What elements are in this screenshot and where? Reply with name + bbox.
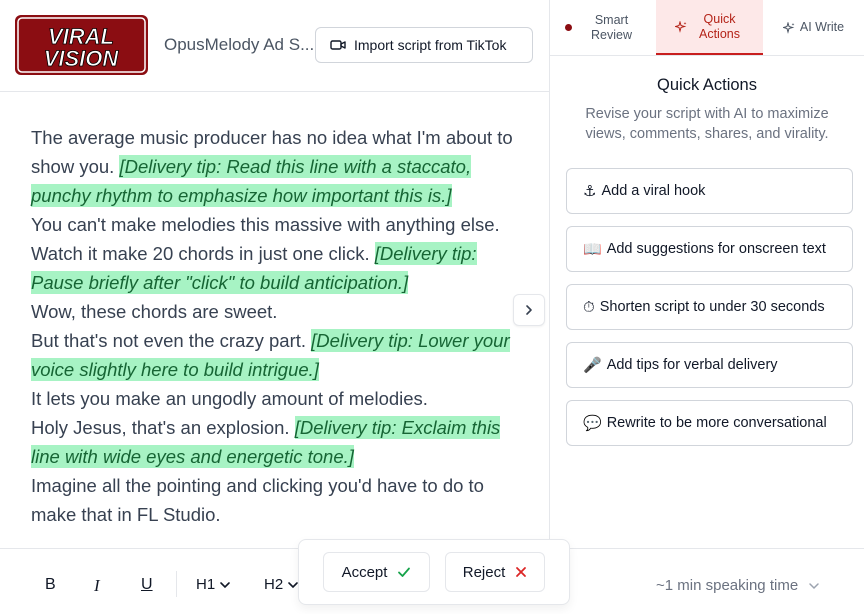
action-label: Add a viral hook [601, 183, 706, 199]
stopwatch-icon: ⏱ [583, 298, 595, 316]
import-tiktok-label: Import script from TikTok [354, 37, 507, 53]
editor-pane: VIRAL VISION OpusMelody Ad S... Import s… [0, 0, 550, 614]
sparkle-icon [674, 20, 686, 33]
speaking-time-dropdown[interactable]: ~1 min speaking time [656, 577, 820, 594]
shorten-script-button[interactable]: ⏱ Shorten script to under 30 seconds [566, 284, 853, 330]
add-verbal-tips-button[interactable]: 🎤 Add tips for verbal delivery [566, 342, 853, 388]
action-label: Add suggestions for onscreen text [606, 241, 826, 257]
review-popup: Accept Reject [298, 539, 570, 605]
editor-header: VIRAL VISION OpusMelody Ad S... Import s… [0, 0, 549, 92]
script-editor[interactable]: The average music producer has no idea w… [31, 123, 521, 529]
viral-vision-logo[interactable]: VIRAL VISION [15, 15, 148, 75]
heading2-dropdown[interactable]: H2 [264, 576, 299, 593]
import-tiktok-button[interactable]: Import script from TikTok [315, 27, 533, 63]
speech-bubble-icon: 💬 [583, 414, 602, 432]
panel-title: Quick Actions [657, 76, 757, 94]
microphone-icon: 🎤 [583, 356, 602, 374]
reject-label: Reject [462, 563, 506, 581]
script-line: You can't make melodies this massive wit… [31, 214, 500, 235]
script-line: It lets you make an ungodly amount of me… [31, 388, 428, 409]
toolbar-divider [176, 571, 177, 597]
tab-label: Smart Review [591, 12, 632, 42]
document-title[interactable]: OpusMelody Ad S... [164, 35, 314, 55]
heading1-label: H1 [196, 576, 216, 593]
video-camera-icon [330, 37, 346, 53]
anchor-icon: ⚓ [583, 182, 597, 200]
script-line: Holy Jesus, that's an explosion. [31, 417, 290, 438]
add-viral-hook-button[interactable]: ⚓ Add a viral hook [566, 168, 853, 214]
rewrite-conversational-button[interactable]: 💬 Rewrite to be more conversational [566, 400, 853, 446]
tab-smart-review[interactable]: Smart Review [550, 0, 656, 55]
accept-label: Accept [341, 563, 388, 581]
heading2-label: H2 [264, 576, 284, 593]
tab-quick-actions[interactable]: Quick Actions [656, 0, 763, 55]
collapse-panel-button[interactable] [513, 294, 545, 326]
italic-button[interactable]: I [94, 576, 100, 596]
record-dot-icon [564, 24, 572, 31]
action-label: Add tips for verbal delivery [606, 357, 778, 373]
sparkle-icon [782, 21, 795, 34]
logo-graphic: VIRAL VISION [17, 17, 146, 73]
reject-button[interactable]: Reject [445, 552, 545, 592]
heading1-dropdown[interactable]: H1 [196, 576, 231, 593]
tab-ai-write[interactable]: AI Write [763, 0, 864, 55]
tab-label: Quick Actions [699, 11, 740, 41]
assistant-panel: Smart Review Quick Actions AI Write Quic… [550, 0, 864, 548]
script-line: Wow, these chords are sweet. [31, 301, 278, 322]
chevron-down-icon [220, 581, 230, 588]
book-icon: 📖 [583, 240, 602, 258]
chevron-down-icon [809, 582, 819, 589]
tab-label: AI Write [799, 20, 845, 34]
action-label: Rewrite to be more conversational [606, 415, 827, 431]
chevron-right-icon [526, 305, 532, 315]
bold-button[interactable]: B [45, 576, 56, 594]
check-icon [398, 567, 411, 577]
add-onscreen-text-button[interactable]: 📖 Add suggestions for onscreen text [566, 226, 853, 272]
accept-button[interactable]: Accept [323, 552, 430, 592]
panel-tabs: Smart Review Quick Actions AI Write [550, 0, 864, 56]
script-line: Watch it make 20 chords in just one clic… [31, 243, 370, 264]
action-label: Shorten script to under 30 seconds [599, 299, 825, 315]
script-line: But that's not even the crazy part. [31, 330, 307, 351]
svg-text:VISION: VISION [44, 46, 120, 71]
script-line: Imagine all the pointing and clicking yo… [31, 475, 484, 525]
speaking-time-label: ~1 min speaking time [656, 577, 799, 594]
panel-subtitle: Revise your script with AI to maximize v… [585, 106, 829, 142]
underline-button[interactable]: U [141, 576, 153, 594]
close-icon [516, 567, 527, 577]
